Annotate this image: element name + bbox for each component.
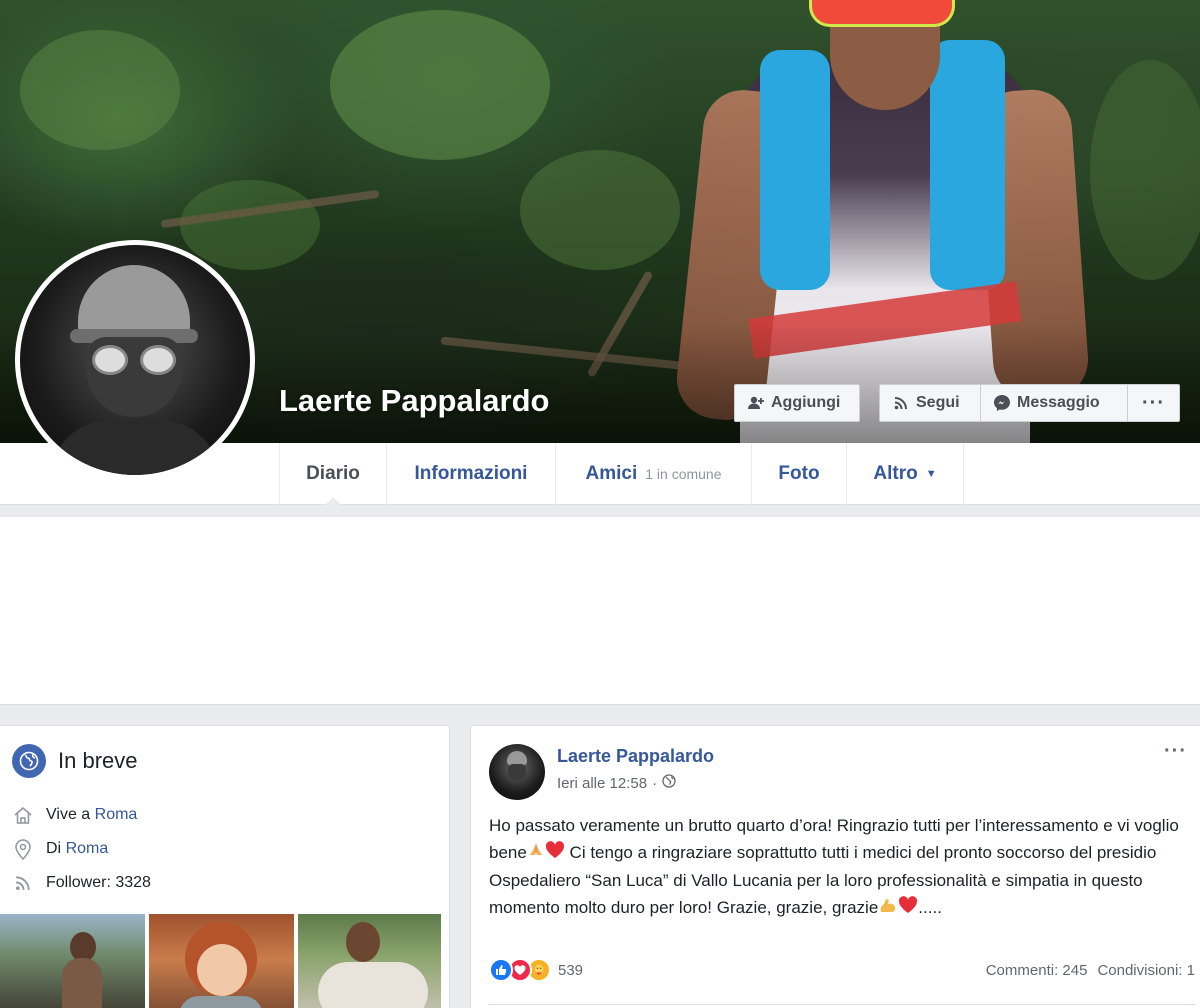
intro-lives: Vive a Roma — [12, 804, 137, 826]
reaction-count: 539 — [558, 961, 584, 979]
intro-from-label: Di — [46, 840, 62, 857]
tab-foto[interactable]: Foto — [752, 443, 847, 505]
post-timestamp: Ieri alle 12:58 · — [557, 774, 676, 792]
intro-lives-label: Vive a — [46, 806, 91, 823]
photo-thumbnail[interactable] — [149, 914, 294, 1008]
tab-altro[interactable]: Altro ▼ — [847, 443, 964, 505]
divider — [489, 1004, 1195, 1005]
from-city-link[interactable]: Roma — [66, 840, 109, 858]
post-time-link[interactable]: Ieri alle 12:58 — [557, 775, 647, 792]
follow-button[interactable]: Segui — [879, 384, 980, 422]
tab-label: Informazioni — [414, 463, 528, 484]
time-separator: · — [652, 774, 658, 792]
rss-icon — [892, 394, 910, 412]
praying-hands-emoji — [527, 840, 545, 867]
intro-title: In breve — [58, 748, 138, 773]
globe-icon — [12, 744, 46, 778]
post-text-part: Ci tengo a ringraziare soprattutto tutti… — [489, 843, 1157, 918]
photo-grid — [0, 914, 445, 1008]
follow-label: Segui — [916, 394, 960, 411]
messenger-icon — [993, 394, 1011, 412]
followers-count: Follower: 3328 — [46, 874, 151, 891]
empty-panel — [0, 517, 1200, 705]
post-card: Laerte Pappalardo Ieri alle 12:58 · ··· … — [470, 725, 1200, 1008]
rss-icon — [12, 872, 34, 894]
message-label: Messaggio — [1017, 394, 1100, 411]
post-stats: Commenti: 245 Condivisioni: 1 — [986, 962, 1195, 979]
tab-label: Altro — [873, 463, 918, 484]
like-icon — [489, 958, 513, 982]
photo-thumbnail[interactable] — [0, 914, 145, 1008]
photo-thumbnail[interactable] — [298, 914, 441, 1008]
tab-diario[interactable]: Diario — [280, 443, 387, 506]
tab-informazioni[interactable]: Informazioni — [387, 443, 556, 505]
post-author-name[interactable]: Laerte Pappalardo — [557, 746, 714, 767]
tab-label: Amici — [585, 463, 638, 484]
profile-name[interactable]: Laerte Pappalardo — [279, 383, 549, 419]
shares-count[interactable]: Condivisioni: 1 — [1097, 962, 1195, 979]
more-options-button[interactable]: ··· — [1127, 384, 1180, 422]
caret-down-icon: ▼ — [925, 468, 937, 480]
tab-label: Foto — [778, 463, 820, 484]
comments-count[interactable]: Commenti: 245 — [986, 962, 1088, 979]
red-heart-emoji — [898, 895, 918, 922]
tab-label: Diario — [306, 463, 360, 484]
home-icon — [12, 804, 34, 826]
intro-followers: Follower: 3328 — [12, 872, 151, 894]
post-text-part: ..... — [918, 898, 942, 918]
intro-from: Di Roma — [12, 838, 108, 860]
lives-city-link[interactable]: Roma — [95, 806, 138, 824]
add-friend-button[interactable]: Aggiungi — [734, 384, 860, 422]
location-pin-icon — [12, 838, 34, 860]
post-options-button[interactable]: ··· — [1164, 740, 1187, 763]
post-author-avatar[interactable] — [489, 744, 545, 800]
tab-amici[interactable]: Amici 1 in comune — [556, 443, 752, 505]
message-button[interactable]: Messaggio — [980, 384, 1127, 422]
mutual-friends-count: 1 in comune — [645, 466, 722, 482]
red-heart-emoji — [545, 840, 565, 867]
add-friend-label: Aggiungi — [771, 394, 841, 411]
intro-card: In breve Vive a Roma Di Roma Follower: 3… — [0, 725, 450, 1008]
profile-tabs: Diario Informazioni Amici 1 in comune Fo… — [279, 443, 964, 506]
profile-actions: Aggiungi Segui Messaggio ··· — [734, 384, 1180, 422]
add-friend-icon — [747, 394, 765, 412]
profile-picture[interactable] — [15, 240, 255, 480]
reactions-summary[interactable]: 539 — [489, 958, 583, 982]
post-body: Ho passato veramente un brutto quarto d’… — [489, 812, 1179, 922]
flexed-biceps-emoji — [878, 895, 898, 922]
privacy-globe-icon[interactable] — [662, 774, 676, 792]
